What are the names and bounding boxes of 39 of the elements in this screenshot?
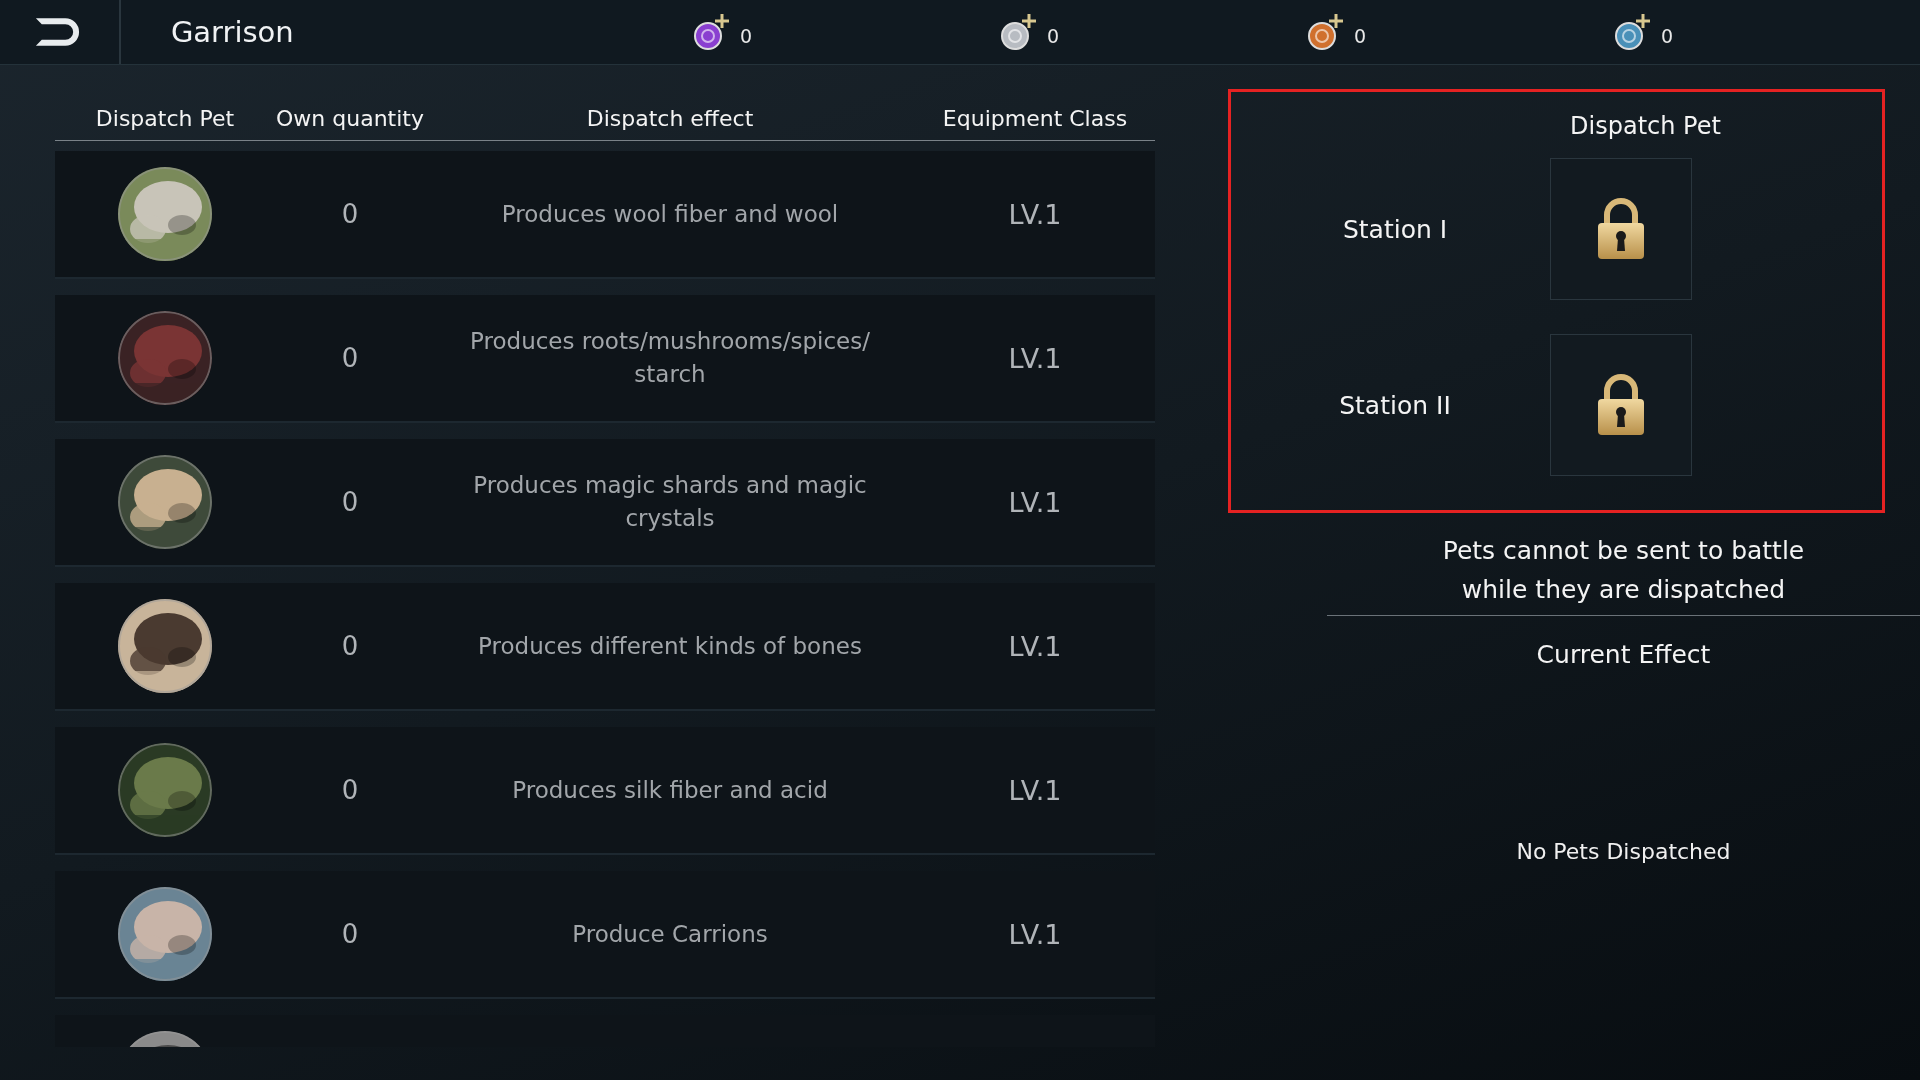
quantity-text: 0 [341, 631, 359, 661]
column-header: Dispatch effect [585, 105, 755, 133]
quantity-text: 0 [341, 487, 359, 517]
table-row[interactable]: 0 Produce Carrions LV.1 [55, 871, 1155, 999]
currency-count: 0 [1047, 24, 1060, 47]
column-header: Own quantity [275, 105, 425, 133]
table-row[interactable]: 0 Produces roots/mushrooms/spices/ starch LV.1 [55, 295, 1155, 423]
column-header: Equipment Class [941, 105, 1129, 133]
station-label: Station II [1338, 390, 1452, 420]
info-text: Pets cannot be sent to battle while they are dispatched [1327, 531, 1920, 616]
section-title: Current Effect [1536, 640, 1711, 669]
quantity-text: 0 [341, 343, 359, 373]
level-text: LV.1 [1008, 918, 1062, 950]
effect-text: Produces magic shards and magic crystals [472, 471, 868, 533]
station-label: Station I [1341, 214, 1449, 244]
level-text: LV.1 [1008, 774, 1062, 806]
level-text: LV.1 [1008, 486, 1062, 518]
screen-title: Garrison [118, 0, 686, 64]
empty-text: No Pets Dispatched [1516, 839, 1731, 864]
quantity-text: 0 [341, 919, 359, 949]
level-text: LV.1 [1008, 342, 1062, 374]
effect-text: Produces silk fiber and acid [512, 775, 828, 805]
currency-count: 0 [740, 24, 753, 47]
quantity-text: 0 [341, 775, 359, 805]
effect-text: Produces roots/mushrooms/spices/ starch [469, 327, 871, 389]
effect-text: Produces different kinds of bones [478, 631, 862, 661]
panel-title: Dispatch Pet [1570, 112, 1721, 140]
level-text: LV.1 [1008, 198, 1062, 230]
effect-text: Produce Carrions [572, 919, 768, 949]
table-row[interactable]: 0 Produces magic shards and magic crystals LV.1 [55, 439, 1155, 567]
table-row[interactable]: 0 Produces silk fiber and acid LV.1 [55, 727, 1155, 855]
currency-count: 0 [1661, 24, 1674, 47]
table-row[interactable]: 0 Produces wool fiber and wool LV.1 [55, 151, 1155, 279]
level-text: LV.1 [1008, 630, 1062, 662]
currency-count: 0 [1354, 24, 1367, 47]
column-header: Dispatch Pet [94, 105, 236, 133]
table-row[interactable]: 0 Produces different kinds of bones LV.1 [55, 583, 1155, 711]
quantity-text: 0 [341, 199, 359, 229]
effect-text: Produces wool fiber and wool [501, 199, 839, 229]
